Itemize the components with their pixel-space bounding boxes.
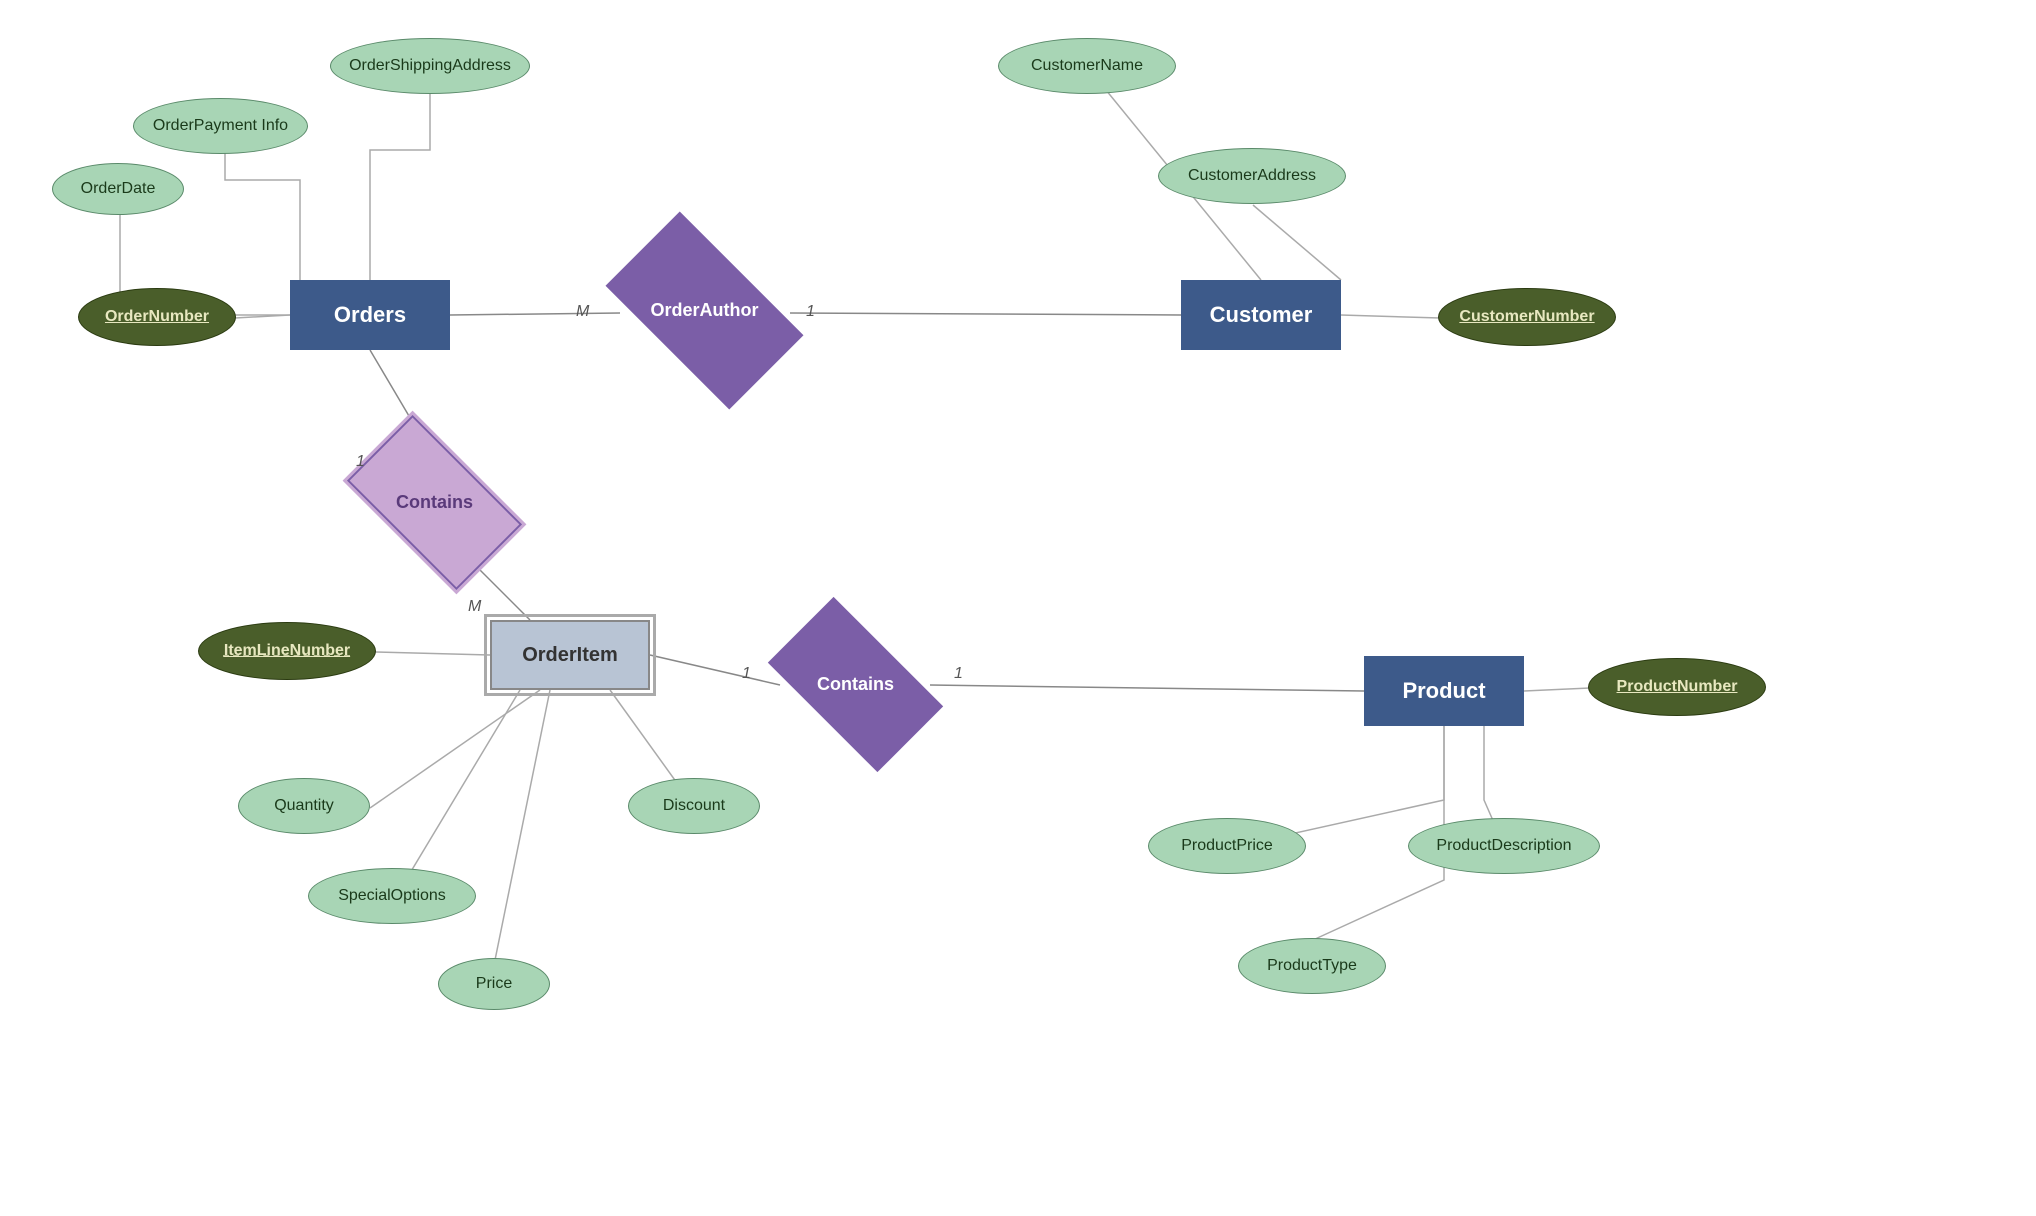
entity-customer[interactable]: Customer — [1181, 280, 1341, 350]
relationship-orderauthor[interactable]: OrderAuthor — [617, 258, 792, 363]
attr-orderdate: OrderDate — [52, 163, 184, 215]
relationship-contains1[interactable]: Contains — [357, 456, 512, 549]
attr-ordernumber: OrderNumber — [78, 288, 236, 346]
entity-product[interactable]: Product — [1364, 656, 1524, 726]
connection-lines — [0, 0, 2036, 1216]
cardinality-contains1-m: M — [468, 598, 481, 616]
cardinality-orderauthor-m: M — [576, 303, 589, 321]
cardinality-contains2-1b: 1 — [954, 665, 963, 683]
attr-discount: Discount — [628, 778, 760, 834]
attr-productnumber: ProductNumber — [1588, 658, 1766, 716]
attr-itemlinenumber: ItemLineNumber — [198, 622, 376, 680]
attr-customernumber: CustomerNumber — [1438, 288, 1616, 346]
attr-orderpaymentinfo: OrderPayment Info — [133, 98, 308, 154]
cardinality-contains2-1a: 1 — [742, 665, 751, 683]
attr-customername: CustomerName — [998, 38, 1176, 94]
attr-price: Price — [438, 958, 550, 1010]
entity-orderitem[interactable]: OrderItem — [490, 620, 650, 690]
attr-quantity: Quantity — [238, 778, 370, 834]
cardinality-contains1-1: 1 — [356, 453, 365, 471]
entity-orders[interactable]: Orders — [290, 280, 450, 350]
attr-customeraddress: CustomerAddress — [1158, 148, 1346, 204]
relationship-contains2[interactable]: Contains — [778, 638, 933, 731]
attr-ordershippingaddress: OrderShippingAddress — [330, 38, 530, 94]
cardinality-orderauthor-1: 1 — [806, 303, 815, 321]
attr-producttype: ProductType — [1238, 938, 1386, 994]
er-diagram: Orders Customer Product OrderItem OrderA… — [0, 0, 2036, 1216]
attr-productprice: ProductPrice — [1148, 818, 1306, 874]
attr-specialoptions: SpecialOptions — [308, 868, 476, 924]
attr-productdescription: ProductDescription — [1408, 818, 1600, 874]
